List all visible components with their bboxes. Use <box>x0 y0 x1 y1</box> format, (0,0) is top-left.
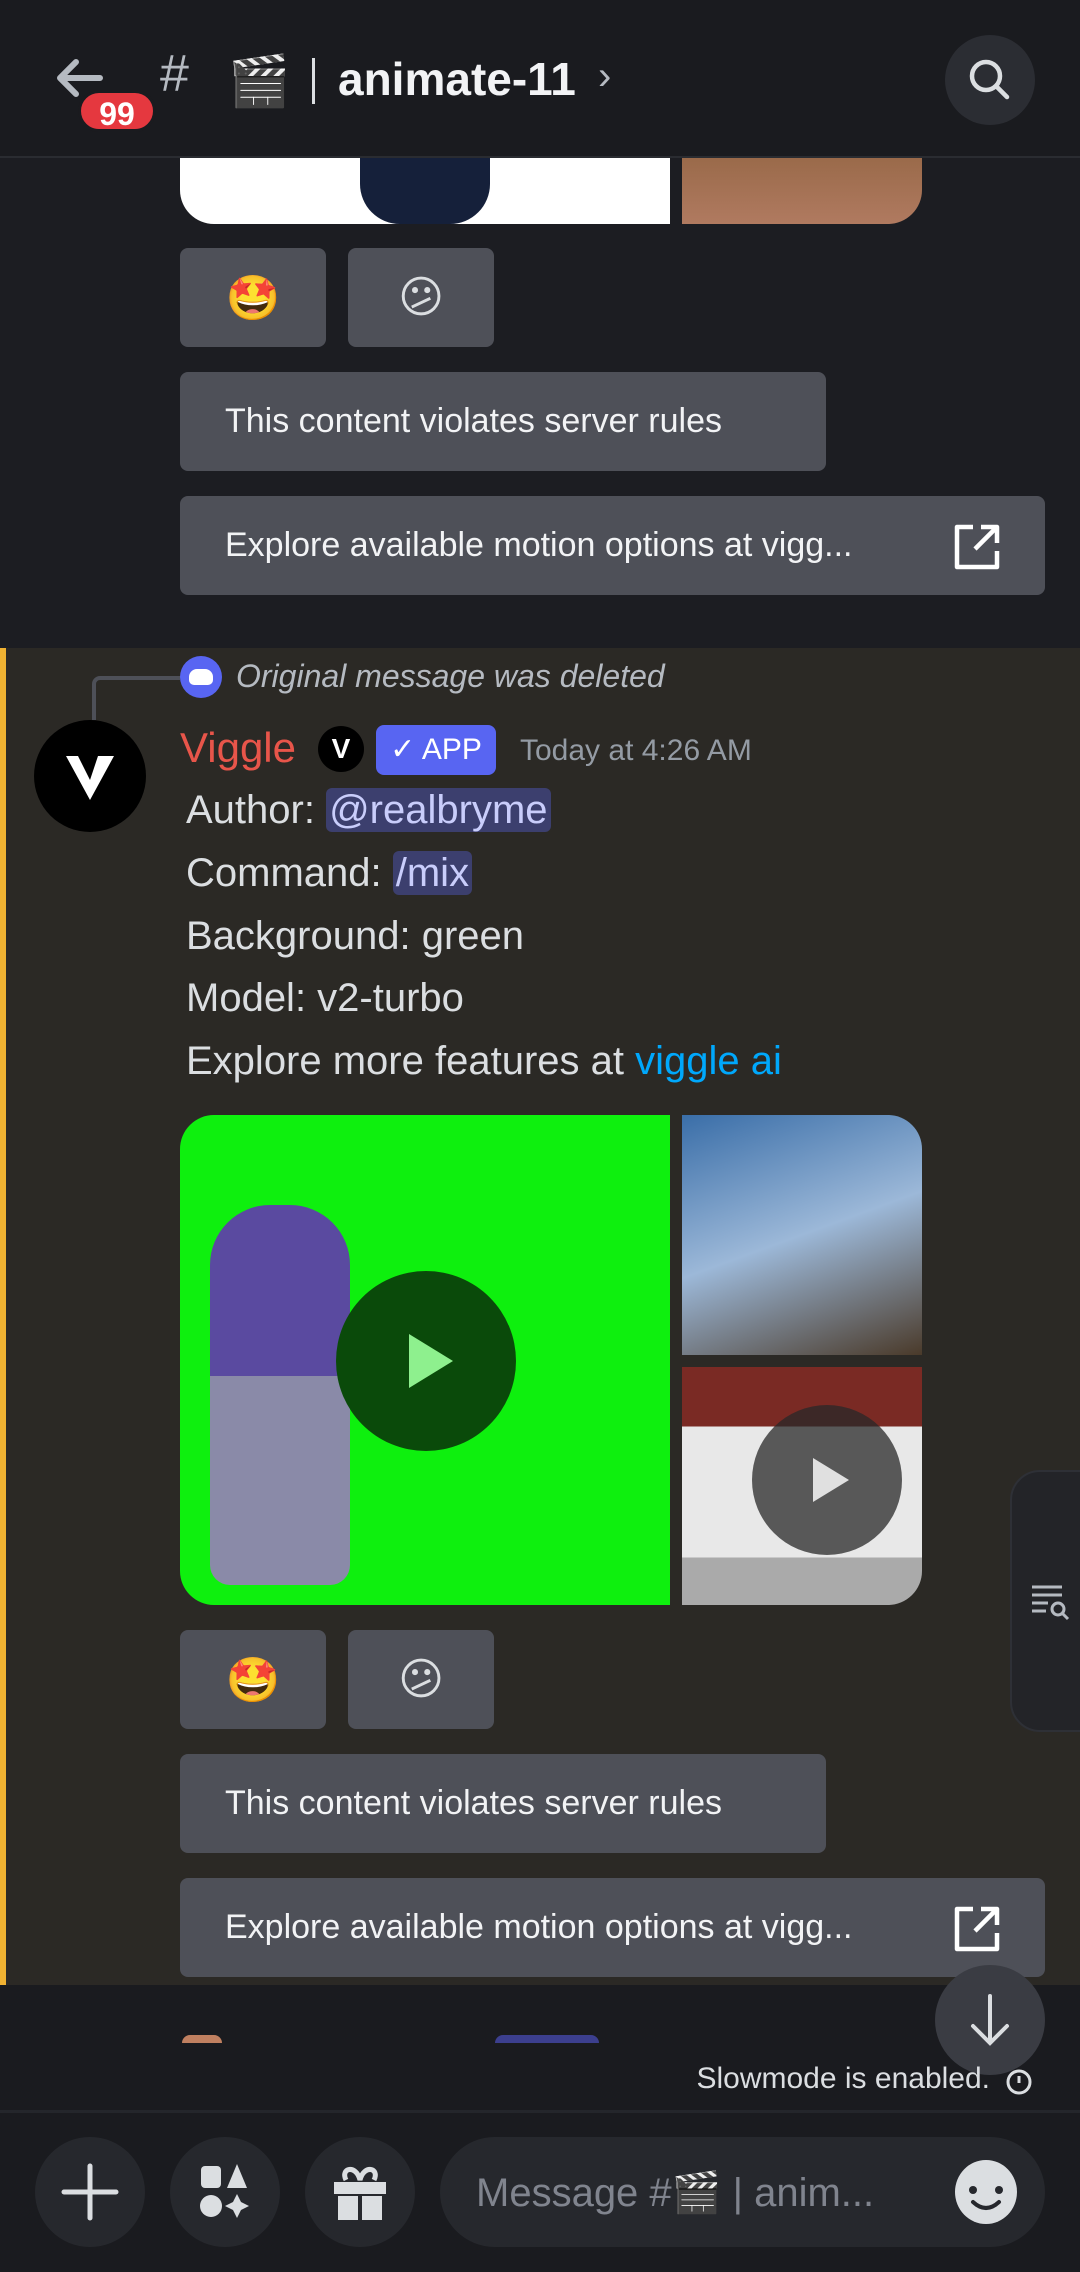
reaction-button[interactable]: 😕 <box>348 248 494 347</box>
next-avatar <box>182 2035 222 2043</box>
explore-motion-button[interactable]: Explore available motion options at vigg… <box>180 1878 1045 1977</box>
label: Explore more features at <box>186 1039 636 1083</box>
play-button[interactable] <box>752 1405 902 1555</box>
star-struck-emoji: 🤩 <box>225 1655 281 1705</box>
button-label: Explore available motion options at vigg… <box>225 526 853 564</box>
star-struck-emoji: 🤩 <box>225 273 281 323</box>
thread-summary-tab[interactable] <box>1010 1470 1080 1732</box>
message: Original message was deleted Viggle V ✓ … <box>0 648 1080 1985</box>
violates-rules-button[interactable]: This content violates server rules <box>180 372 826 471</box>
chevron-right-icon: › <box>598 54 612 98</box>
timer-icon <box>1006 2069 1032 2095</box>
video-thumbnail[interactable] <box>682 158 922 224</box>
command-line: Command: /mix <box>186 851 473 896</box>
viggle-link[interactable]: viggle ai <box>635 1039 782 1083</box>
divider <box>312 58 315 104</box>
model-line: Model: v2-turbo <box>186 976 464 1020</box>
slowmode-notice: Slowmode is enabled. <box>696 2062 990 2095</box>
plus-icon <box>61 2163 119 2221</box>
person-figure <box>210 1205 350 1585</box>
unread-badge: 99 <box>78 90 156 132</box>
apps-button[interactable] <box>170 2137 280 2247</box>
confused-emoji: 😕 <box>398 1655 444 1704</box>
user-mention[interactable]: @realbryme <box>326 788 551 832</box>
next-badge <box>495 2035 599 2043</box>
viggle-logo-icon <box>66 756 114 800</box>
app-badge: ✓ APP <box>376 725 496 775</box>
viggle-badge-icon: V <box>318 726 364 772</box>
button-label: Explore available motion options at vigg… <box>225 1908 853 1946</box>
explore-line: Explore more features at viggle ai <box>186 1039 782 1084</box>
composer-divider <box>0 2110 1080 2113</box>
reply-preview[interactable]: Original message was deleted <box>236 658 665 695</box>
button-label: This content violates server rules <box>225 1784 722 1822</box>
command-mention[interactable]: /mix <box>392 851 473 895</box>
external-link-icon <box>954 1906 1000 1952</box>
avatar[interactable] <box>34 720 146 832</box>
background-line: Background: green <box>186 914 525 958</box>
reaction-button[interactable]: 🤩 <box>180 248 326 347</box>
image-selfie[interactable] <box>682 1115 922 1355</box>
smiley-icon <box>969 2186 1003 2210</box>
play-icon <box>409 1334 453 1388</box>
timestamp: Today at 4:26 AM <box>520 734 752 767</box>
gift-button[interactable] <box>305 2137 415 2247</box>
message-input[interactable]: Message #🎬 | anim... <box>440 2137 1045 2247</box>
label: Author: <box>186 788 327 832</box>
video-thumbnail[interactable] <box>180 158 670 224</box>
label: Command: <box>186 851 393 895</box>
author-name[interactable]: Viggle <box>180 724 296 772</box>
channel-header: 99 # 🎬 animate-11 › <box>0 0 1080 158</box>
explore-motion-button[interactable]: Explore available motion options at vigg… <box>180 496 1045 595</box>
button-label: This content violates server rules <box>225 402 722 440</box>
search-icon <box>969 59 1010 100</box>
video-green[interactable] <box>180 1115 670 1605</box>
apps-icon <box>200 2164 249 2218</box>
previous-message: 🤩 😕 This content violates server rules E… <box>0 158 1080 648</box>
hash-icon: # <box>160 45 189 103</box>
author-line: Author: @realbryme <box>186 788 551 833</box>
reaction-button[interactable]: 🤩 <box>180 1630 326 1729</box>
play-icon <box>813 1458 849 1502</box>
discord-icon <box>180 656 222 698</box>
channel-title[interactable]: animate-11 <box>338 52 576 106</box>
external-link-icon <box>954 524 1000 570</box>
jump-to-bottom-button[interactable] <box>935 1965 1045 2075</box>
gift-icon <box>334 2167 386 2220</box>
add-attachment-button[interactable] <box>35 2137 145 2247</box>
search-button[interactable] <box>945 35 1035 125</box>
emoji-button[interactable] <box>955 2160 1017 2224</box>
video-dance[interactable] <box>682 1367 922 1605</box>
violates-rules-button[interactable]: This content violates server rules <box>180 1754 826 1853</box>
message-placeholder: Message #🎬 | anim... <box>476 2170 875 2215</box>
channel-emoji: 🎬 <box>228 53 291 109</box>
confused-emoji: 😕 <box>398 273 444 322</box>
arrow-down-icon <box>971 1994 1009 2046</box>
summary-search-icon <box>1032 1585 1070 1621</box>
play-button[interactable] <box>336 1271 516 1451</box>
reaction-button[interactable]: 😕 <box>348 1630 494 1729</box>
reply-connector <box>92 676 180 720</box>
